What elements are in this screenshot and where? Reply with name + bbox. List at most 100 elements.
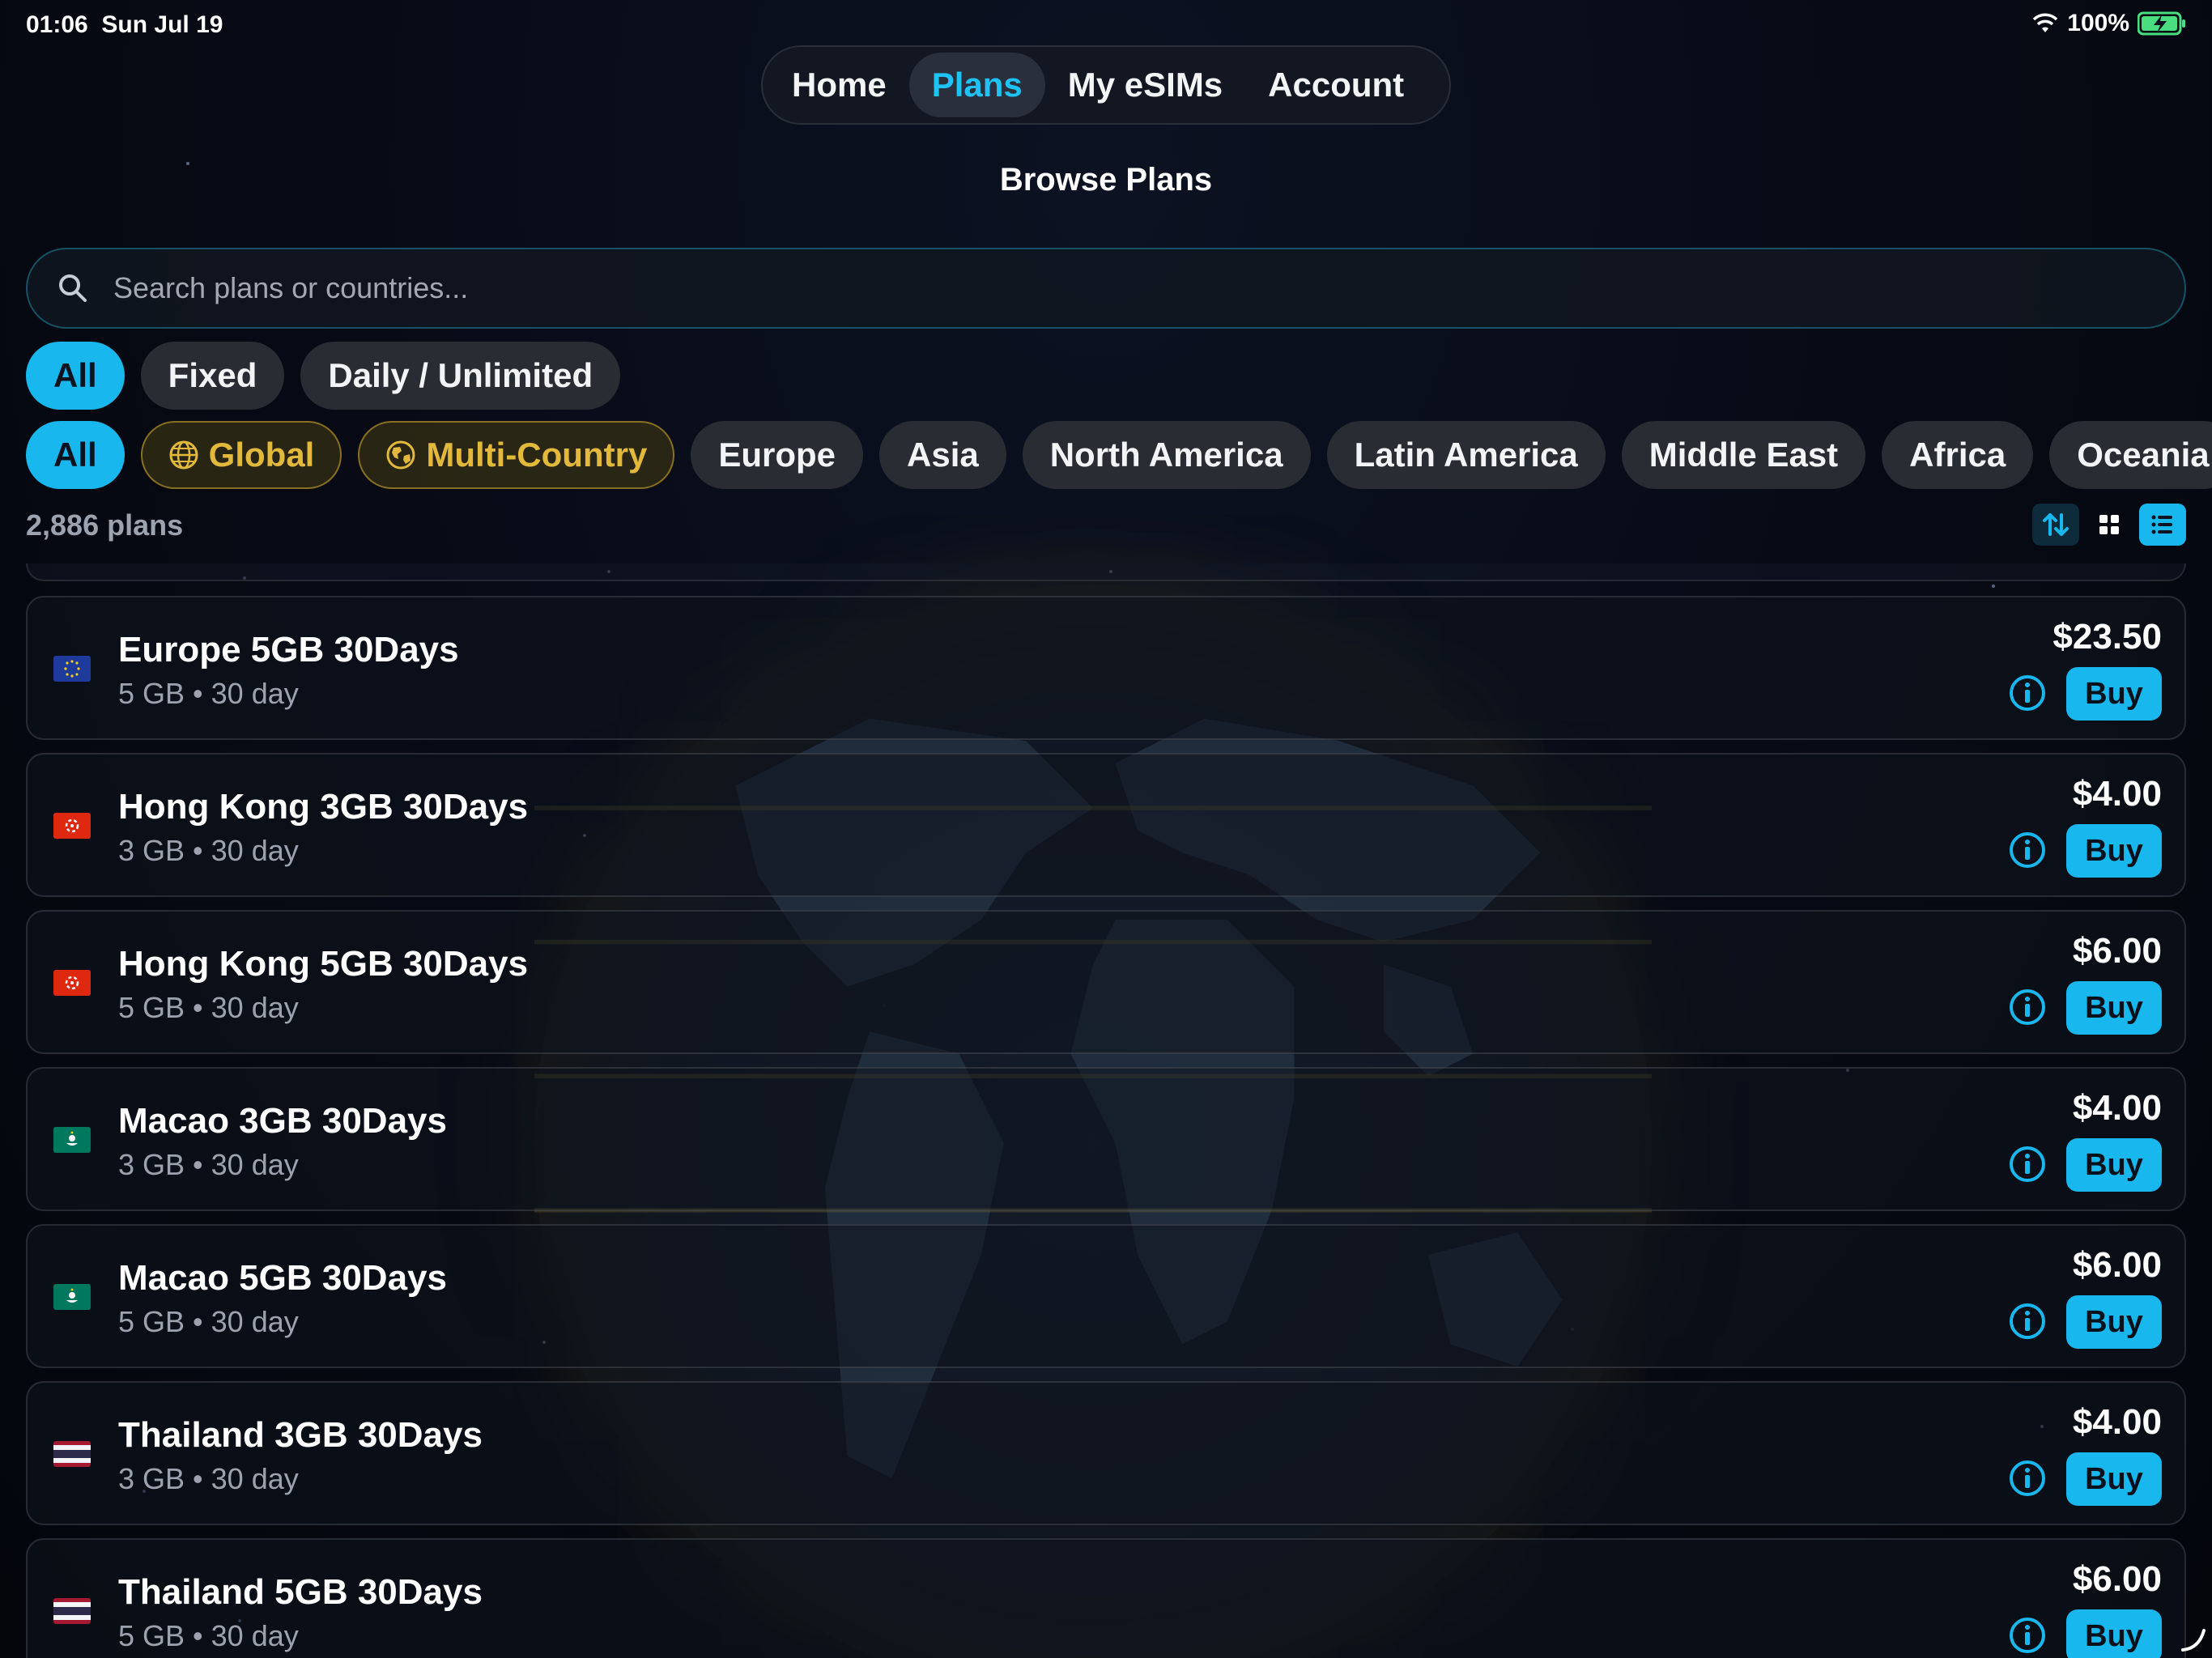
- region-filter-latin-america[interactable]: Latin America: [1326, 421, 1606, 489]
- grid-view-button[interactable]: [2086, 504, 2133, 546]
- nav-tab-plans[interactable]: Plans: [908, 53, 1045, 117]
- globe-grid-icon: [169, 440, 198, 470]
- plan-details: 3 GB • 30 day: [118, 834, 299, 867]
- app-root: 01:06 Sun Jul 19 100% Home Plans My eSIM…: [0, 0, 2212, 1658]
- plan-card[interactable]: Thailand 5GB 30Days 5 GB • 30 day $6.00 Bu…: [26, 1538, 2186, 1658]
- type-filter-all[interactable]: All: [26, 342, 125, 410]
- buy-button[interactable]: Buy: [2066, 1138, 2162, 1192]
- plan-data-amount: 3 GB: [118, 834, 185, 867]
- plan-name: Hong Kong 3GB 30Days: [118, 787, 529, 827]
- info-icon[interactable]: [2008, 988, 2047, 1027]
- buy-button[interactable]: Buy: [2066, 1295, 2162, 1349]
- region-filter-all[interactable]: All: [26, 421, 125, 489]
- status-indicators: 100%: [2031, 10, 2186, 37]
- plan-name: Thailand 3GB 30Days: [118, 1415, 483, 1455]
- plan-count: 2,886 plans: [26, 508, 184, 542]
- plan-name: Macao 5GB 30Days: [118, 1258, 447, 1298]
- plan-price: $4.00: [2072, 1088, 2162, 1128]
- plan-card[interactable]: Europe 5GB 30Days 5 GB • 30 day $23.50 Buy: [26, 596, 2186, 740]
- plan-details: 5 GB • 30 day: [118, 991, 299, 1024]
- plan-details: 5 GB • 30 day: [118, 677, 299, 710]
- plan-card[interactable]: Macao 5GB 30Days 5 GB • 30 day $6.00 Buy: [26, 1224, 2186, 1368]
- battery-charging-icon: [2138, 11, 2185, 36]
- type-filter-fixed[interactable]: Fixed: [140, 342, 285, 410]
- buy-button[interactable]: Buy: [2066, 981, 2162, 1035]
- corner-indicator-icon: [2181, 1629, 2206, 1652]
- wifi-icon: [2033, 13, 2058, 32]
- eu-flag-icon: [53, 656, 91, 682]
- list-view-button[interactable]: [2139, 504, 2186, 546]
- region-filter-asia[interactable]: Asia: [879, 421, 1006, 489]
- plan-data-amount: 5 GB: [118, 677, 185, 710]
- plan-price: $6.00: [2072, 1559, 2162, 1599]
- buy-button[interactable]: Buy: [2066, 824, 2162, 878]
- info-icon[interactable]: [2008, 1459, 2047, 1498]
- plan-list[interactable]: Europe 5GB 30Days 5 GB • 30 day $23.50 Buy…: [26, 563, 2186, 1658]
- plan-type-filters: All Fixed Daily / Unlimited: [26, 342, 621, 410]
- sort-button[interactable]: [2032, 504, 2079, 546]
- plan-price: $23.50: [2052, 617, 2162, 657]
- region-filter-global[interactable]: Global: [140, 421, 342, 489]
- thailand-flag-icon: [53, 1441, 91, 1467]
- buy-button[interactable]: Buy: [2066, 667, 2162, 721]
- plan-name: Thailand 5GB 30Days: [118, 1572, 483, 1612]
- buy-button[interactable]: Buy: [2066, 1452, 2162, 1506]
- view-controls: [2032, 504, 2186, 546]
- macao-flag-icon: [53, 1127, 91, 1153]
- plan-price: $6.00: [2072, 1245, 2162, 1285]
- plan-data-amount: 3 GB: [118, 1462, 185, 1495]
- info-icon[interactable]: [2008, 1616, 2047, 1655]
- sort-arrows-icon: [2043, 513, 2069, 536]
- status-time: 01:06 Sun Jul 19: [26, 11, 223, 38]
- plan-price: $4.00: [2072, 1402, 2162, 1442]
- nav-tab-account[interactable]: Account: [1245, 53, 1427, 117]
- plan-data-amount: 5 GB: [118, 991, 185, 1024]
- info-icon[interactable]: [2008, 1302, 2047, 1341]
- plan-card[interactable]: Hong Kong 5GB 30Days 5 GB • 30 day $6.00 B…: [26, 910, 2186, 1054]
- plan-duration: 30 day: [211, 1462, 299, 1495]
- plan-card-partial[interactable]: [26, 563, 2186, 581]
- plan-data-amount: 5 GB: [118, 1619, 185, 1652]
- status-bar: 01:06 Sun Jul 19 100%: [0, 0, 2212, 50]
- info-icon[interactable]: [2008, 674, 2047, 712]
- page-title: Browse Plans: [999, 162, 1213, 198]
- macao-flag-icon: [53, 1284, 91, 1310]
- nav-tab-home[interactable]: Home: [769, 53, 909, 117]
- region-filter-north-america[interactable]: North America: [1022, 421, 1311, 489]
- plan-details: 5 GB • 30 day: [118, 1619, 299, 1652]
- plan-duration: 30 day: [211, 991, 299, 1024]
- grid-view-icon: [2099, 515, 2119, 534]
- region-filter-oceania[interactable]: Oceania: [2049, 421, 2212, 489]
- region-filter-africa[interactable]: Africa: [1882, 421, 2034, 489]
- search-icon: [59, 274, 87, 302]
- plan-name: Macao 3GB 30Days: [118, 1101, 447, 1141]
- plan-card[interactable]: Hong Kong 3GB 30Days 3 GB • 30 day $4.00 B…: [26, 753, 2186, 897]
- plan-data-amount: 5 GB: [118, 1305, 185, 1338]
- search-input[interactable]: [113, 271, 2184, 305]
- plan-details: 3 GB • 30 day: [118, 1462, 299, 1495]
- plan-details: 5 GB • 30 day: [118, 1305, 299, 1338]
- plan-name: Hong Kong 5GB 30Days: [118, 944, 529, 984]
- plan-card[interactable]: Macao 3GB 30Days 3 GB • 30 day $4.00 Buy: [26, 1067, 2186, 1211]
- plan-name: Europe 5GB 30Days: [118, 630, 459, 670]
- search-bar[interactable]: [26, 248, 2186, 329]
- info-icon[interactable]: [2008, 1145, 2047, 1184]
- earth-icon: [386, 440, 415, 470]
- plan-duration: 30 day: [211, 1148, 299, 1181]
- plan-price: $4.00: [2072, 774, 2162, 814]
- plan-card[interactable]: Thailand 3GB 30Days 3 GB • 30 day $4.00 Bu…: [26, 1381, 2186, 1525]
- thailand-flag-icon: [53, 1598, 91, 1624]
- plan-duration: 30 day: [211, 1305, 299, 1338]
- battery-percent: 100%: [2067, 10, 2129, 36]
- region-filter-middle-east[interactable]: Middle East: [1621, 421, 1866, 489]
- region-filters: All Global Multi-Country Europe Asia Nor…: [26, 421, 2212, 489]
- buy-button[interactable]: Buy: [2066, 1609, 2162, 1658]
- region-filter-multi-country[interactable]: Multi-Country: [358, 421, 675, 489]
- region-filter-multi-country-label: Multi-Country: [426, 436, 648, 474]
- nav-tab-my-esims[interactable]: My eSIMs: [1045, 53, 1245, 117]
- region-filter-europe[interactable]: Europe: [691, 421, 863, 489]
- type-filter-daily-unlimited[interactable]: Daily / Unlimited: [300, 342, 621, 410]
- info-icon[interactable]: [2008, 831, 2047, 869]
- plan-duration: 30 day: [211, 1619, 299, 1652]
- plan-data-amount: 3 GB: [118, 1148, 185, 1181]
